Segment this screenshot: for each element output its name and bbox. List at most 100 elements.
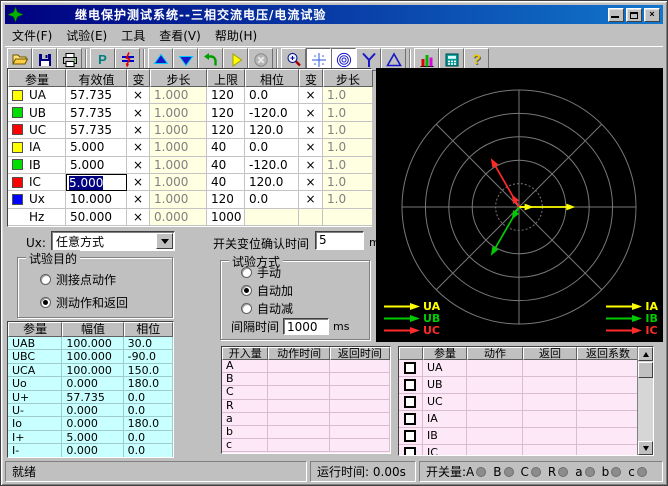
- menu-item-test[interactable]: 试验(E): [59, 25, 114, 46]
- menu-item-tools[interactable]: 工具: [114, 25, 152, 46]
- parameter-value-cell[interactable]: 1.0: [323, 87, 373, 104]
- parameter-value-cell[interactable]: 0.0: [245, 139, 299, 156]
- parameter-value-cell[interactable]: [245, 209, 299, 226]
- parameter-value-cell[interactable]: 1.000: [150, 157, 207, 174]
- menu-item-help[interactable]: 帮助(H): [208, 25, 264, 46]
- radio-auto-increase[interactable]: 自动加: [241, 282, 293, 299]
- title-bar[interactable]: 继电保护测试系统--三相交流电压/电流试验 ×: [5, 5, 663, 24]
- parameter-value-cell[interactable]: 5.000: [66, 139, 127, 156]
- parameter-value-cell[interactable]: 1.0: [323, 191, 373, 208]
- parameter-value-cell[interactable]: 40: [207, 139, 245, 156]
- parameter-value-cell[interactable]: 120: [207, 104, 245, 121]
- scrollbar-thumb[interactable]: [638, 362, 653, 378]
- parameter-value-cell[interactable]: ×: [299, 87, 323, 104]
- confirm-time-input[interactable]: 5: [315, 231, 364, 250]
- close-button[interactable]: ×: [644, 8, 660, 22]
- parameter-value-cell[interactable]: 57.735: [66, 104, 127, 121]
- parameter-value-cell[interactable]: 50.000: [66, 209, 127, 226]
- legend-item-IC: IC: [606, 325, 658, 336]
- parameter-value-cell[interactable]: 1.000: [150, 122, 207, 139]
- result-checkbox-UB[interactable]: [404, 379, 416, 391]
- parameter-value-cell[interactable]: ×: [299, 157, 323, 174]
- parameter-value-cell[interactable]: 120.0: [245, 174, 299, 191]
- toolbar-separator: [85, 49, 87, 70]
- parameter-value-cell[interactable]: ×: [299, 174, 323, 191]
- parameter-value-cell[interactable]: 1.0: [323, 122, 373, 139]
- radio-manual[interactable]: 手动: [241, 264, 281, 281]
- parameter-value-cell[interactable]: ×: [127, 104, 150, 121]
- parameter-value-cell[interactable]: 0.0: [245, 191, 299, 208]
- cell: [523, 445, 577, 456]
- ux-mode-select[interactable]: 任意方式: [51, 231, 175, 251]
- parameter-value-cell[interactable]: 1.0: [323, 104, 373, 121]
- parameter-value-cell[interactable]: 1.0: [323, 157, 373, 174]
- result-checkbox-IC[interactable]: [404, 447, 416, 456]
- parameter-value-cell[interactable]: 1.000: [150, 139, 207, 156]
- parameter-value-cell[interactable]: ×: [127, 122, 150, 139]
- scroll-up-button[interactable]: [638, 347, 653, 361]
- parameter-value-cell[interactable]: 120: [207, 87, 245, 104]
- parameter-value-cell[interactable]: 1.0: [323, 174, 373, 191]
- parameter-value-cell[interactable]: ×: [127, 174, 150, 191]
- switch-label-b: b: [602, 465, 610, 479]
- parameter-value-cell[interactable]: 1.0: [323, 139, 373, 156]
- parameter-value-cell[interactable]: [299, 209, 323, 226]
- cell: [577, 377, 639, 394]
- parameter-value-cell[interactable]: 1.000: [150, 104, 207, 121]
- parameter-value-cell[interactable]: 1.000: [150, 191, 207, 208]
- scroll-down-button[interactable]: [638, 441, 653, 455]
- parameter-value-cell[interactable]: 40: [207, 174, 245, 191]
- radio-measure-contact-action[interactable]: 测接点动作: [40, 271, 116, 288]
- result-row-IC: IC: [399, 445, 639, 456]
- parameter-value-cell[interactable]: 57.735: [66, 122, 127, 139]
- parameter-value-cell[interactable]: ×: [299, 104, 323, 121]
- parameter-value-cell[interactable]: ×: [127, 191, 150, 208]
- parameter-name-cell: UA: [8, 87, 66, 104]
- derived-row-U-: U-0.0000.0: [8, 404, 173, 417]
- parameter-row-IB: IB5.000×1.00040-120.0×1.0: [8, 157, 371, 174]
- parameter-value-cell[interactable]: [323, 209, 373, 226]
- result-table-scrollbar[interactable]: [637, 347, 653, 455]
- menu-item-file[interactable]: 文件(F): [5, 25, 59, 46]
- cell: 180.0: [124, 417, 173, 430]
- parameter-value-cell[interactable]: ×: [127, 157, 150, 174]
- radio-auto-decrease[interactable]: 自动减: [241, 300, 293, 317]
- parameter-value-cell[interactable]: -120.0: [245, 104, 299, 121]
- maximize-button[interactable]: [626, 8, 642, 22]
- parameter-value-cell[interactable]: 1000: [207, 209, 245, 226]
- minimize-button[interactable]: [608, 8, 624, 22]
- parameter-value-cell[interactable]: 0.000: [150, 209, 207, 226]
- parameter-value-cell[interactable]: 120: [207, 122, 245, 139]
- switch-label-A: A: [466, 465, 474, 479]
- result-checkbox-UC[interactable]: [404, 396, 416, 408]
- parameter-value-cell[interactable]: 0.0: [245, 87, 299, 104]
- parameter-value-cell[interactable]: 5.000: [66, 157, 127, 174]
- parameter-value-cell[interactable]: ×: [299, 191, 323, 208]
- ux-mode-dropdown-button[interactable]: [156, 233, 173, 249]
- menu-item-view[interactable]: 查看(V): [152, 25, 208, 46]
- parameter-value-cell[interactable]: 1.000: [150, 87, 207, 104]
- parameter-value-cell[interactable]: 120.0: [245, 122, 299, 139]
- parameter-value-cell[interactable]: -120.0: [245, 157, 299, 174]
- parameter-name-cell: UC: [8, 122, 66, 139]
- parameter-value-cell[interactable]: 1.000: [150, 174, 207, 191]
- minimize-icon: [611, 16, 619, 18]
- parameter-value-cell[interactable]: ×: [127, 139, 150, 156]
- result-checkbox-UA[interactable]: [404, 362, 416, 374]
- result-checkbox-IA[interactable]: [404, 413, 416, 425]
- parameter-value-cell[interactable]: ×: [127, 87, 150, 104]
- parameter-value-cell[interactable]: ×: [127, 209, 150, 226]
- input-row-A: A: [222, 360, 390, 373]
- parameter-label: IA: [29, 140, 41, 154]
- parameter-value-cell[interactable]: 5.000: [66, 174, 127, 191]
- current-legend: IAIBIC: [606, 301, 658, 336]
- result-checkbox-IB[interactable]: [404, 430, 416, 442]
- parameter-value-cell[interactable]: 120: [207, 191, 245, 208]
- radio-measure-action-and-return[interactable]: 测动作和返回: [40, 294, 128, 311]
- parameter-value-cell[interactable]: 10.000: [66, 191, 127, 208]
- parameter-value-cell[interactable]: ×: [299, 122, 323, 139]
- parameter-value-cell[interactable]: 57.735: [66, 87, 127, 104]
- parameter-value-cell[interactable]: ×: [299, 139, 323, 156]
- interval-input[interactable]: 1000: [283, 318, 329, 335]
- parameter-value-cell[interactable]: 40: [207, 157, 245, 174]
